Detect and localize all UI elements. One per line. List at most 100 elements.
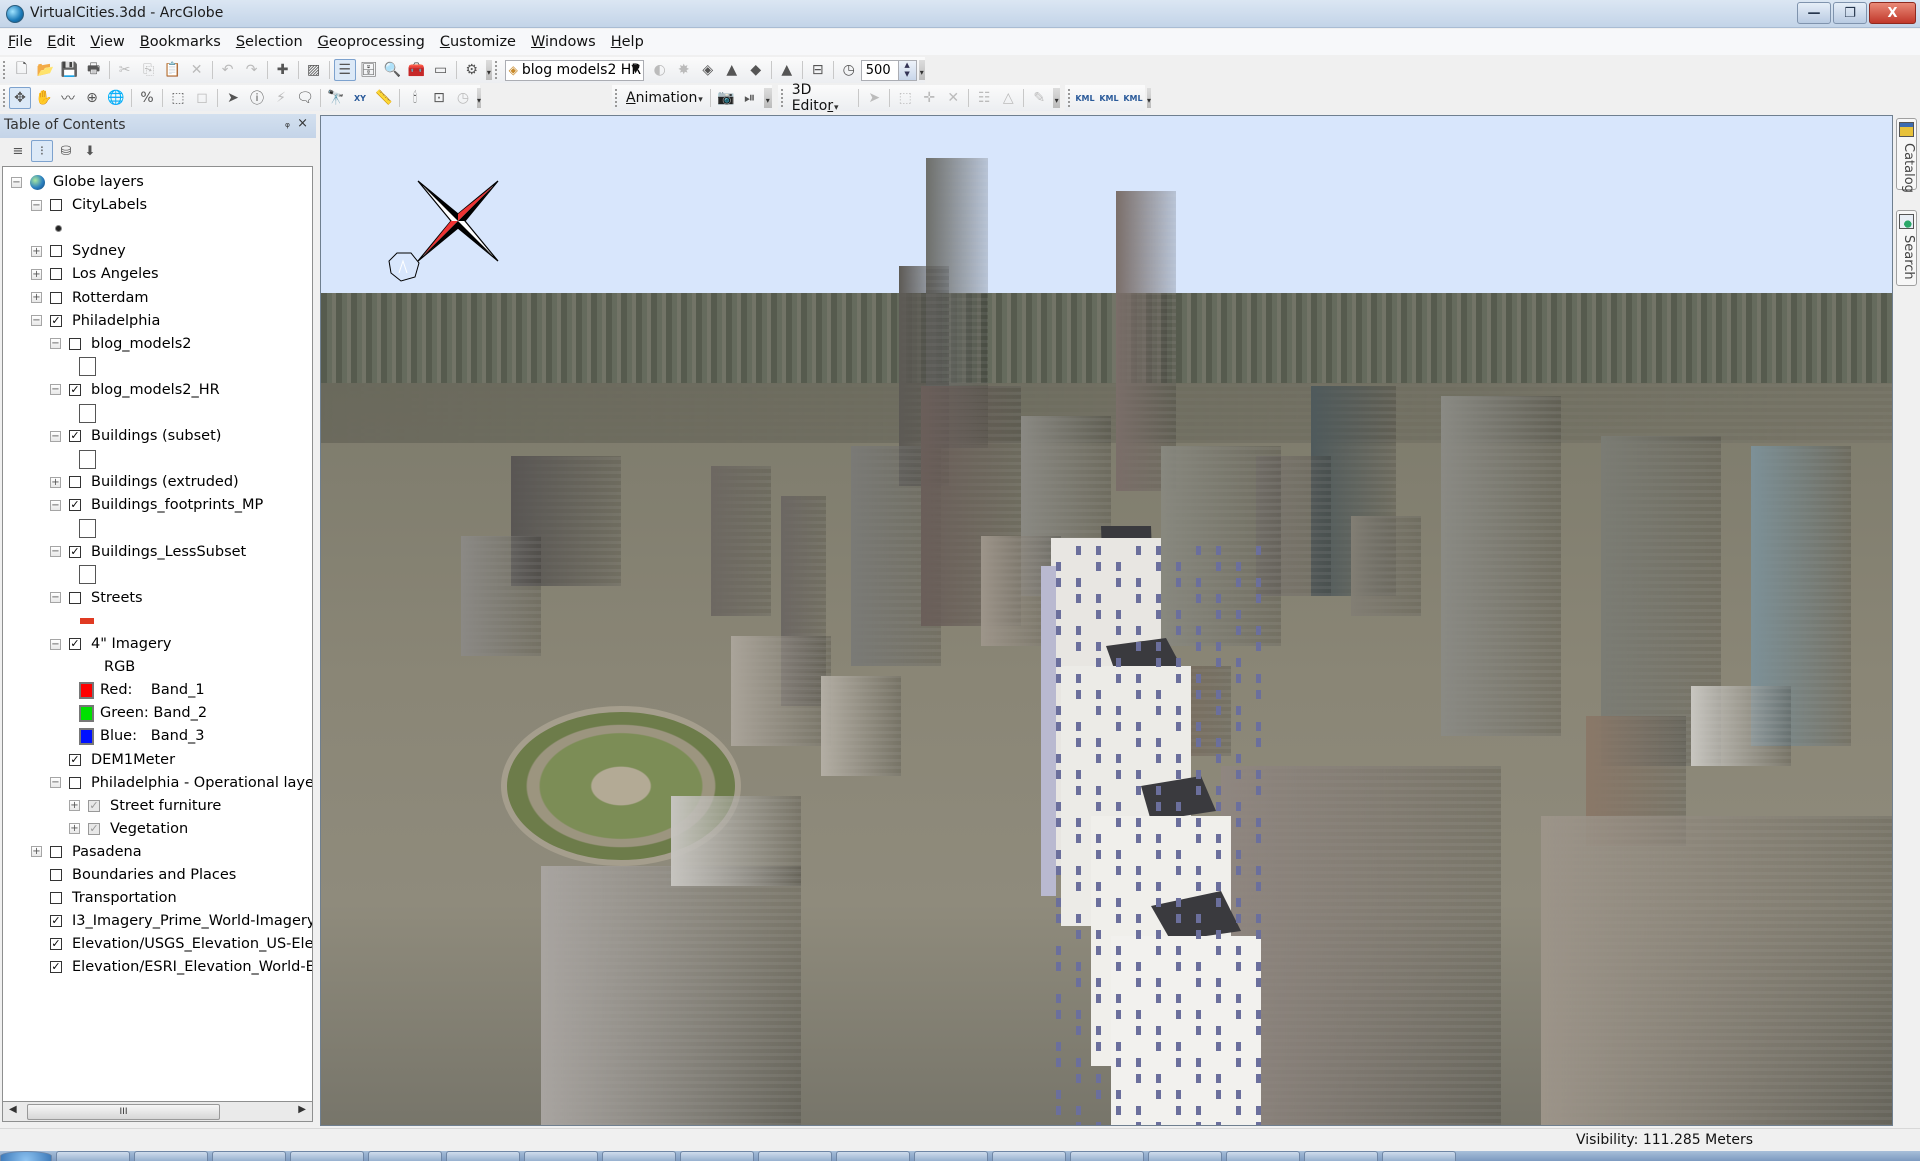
copy-button[interactable]: ⎘ (138, 59, 160, 81)
close-button[interactable]: X (1869, 2, 1916, 24)
layer-visibility-checkbox[interactable] (69, 591, 81, 604)
capture-view-button[interactable]: 📷 (715, 87, 737, 109)
layer-visibility-checkbox[interactable] (50, 245, 62, 258)
pan-button[interactable]: ✋ (33, 87, 55, 109)
horizontal-scrollbar[interactable]: ◀ III ▶ (2, 1102, 313, 1122)
toolbar-grip[interactable] (495, 61, 499, 79)
collapse-icon[interactable]: − (50, 384, 61, 396)
layer-visibility-checkbox[interactable]: ✓ (50, 314, 62, 327)
3d-editor-menu-button[interactable]: 3D Editor ▾ (788, 82, 856, 114)
taskbar-item[interactable] (1070, 1151, 1144, 1161)
arctoolbox-button[interactable]: 🧰 (406, 59, 428, 81)
layer-row[interactable]: − ✓ Buildings (subset) (50, 425, 221, 447)
layer-row[interactable]: ✓ Elevation/ESRI_Elevation_World-Elevatio… (31, 956, 312, 978)
expand-icon[interactable]: + (31, 846, 42, 858)
layer-visibility-checkbox[interactable] (50, 845, 62, 858)
center-target-button[interactable]: ⊕ (81, 87, 103, 109)
layer-row[interactable]: − Philadelphia - Operational layers (50, 772, 312, 794)
menu-help[interactable]: Help (611, 34, 644, 50)
layer-window-button[interactable]: ⊡ (428, 87, 450, 109)
expand-icon[interactable]: + (31, 292, 42, 303)
taskbar-item[interactable] (1304, 1151, 1378, 1161)
taskbar-item[interactable] (992, 1151, 1066, 1161)
animation-menu-button[interactable]: Animation ▾ (622, 90, 707, 106)
taskbar-item[interactable] (836, 1151, 910, 1161)
toolbar-overflow-button[interactable]: ▾ (1053, 88, 1060, 108)
observer-button[interactable]: 🕯 (404, 87, 426, 109)
layer-visibility-checkbox[interactable]: ✓ (69, 499, 81, 512)
expand-icon[interactable]: + (69, 823, 80, 835)
taskbar-item[interactable] (368, 1151, 442, 1161)
print-button[interactable]: 🖶 (83, 59, 105, 81)
layer-row[interactable]: − ✓ 4" Imagery (50, 633, 171, 655)
collapse-icon[interactable]: − (50, 638, 61, 650)
paste-button[interactable]: 📋 (162, 59, 184, 81)
collapse-icon[interactable]: − (50, 338, 61, 350)
select-features-button[interactable]: ⬚ (167, 87, 189, 109)
collapse-icon[interactable]: − (50, 592, 61, 604)
catalog-button[interactable]: 🗄 (358, 59, 380, 81)
menu-windows[interactable]: Windows (531, 34, 596, 50)
layer-visibility-checkbox[interactable]: ✓ (50, 961, 62, 974)
minimize-button[interactable]: — (1797, 2, 1831, 24)
layer-properties-button[interactable]: ◈ (697, 59, 719, 81)
contrast-button[interactable]: ◐ (649, 59, 671, 81)
edit-tool-button[interactable]: ➤ (863, 87, 885, 109)
measure-button[interactable]: 📏 (373, 87, 395, 109)
taskbar-item[interactable] (1148, 1151, 1222, 1161)
edit-vertices-button[interactable]: ⬚ (894, 87, 916, 109)
layer-row[interactable]: + Pasadena (31, 841, 142, 863)
modelbuilder-button[interactable]: ⚙ (461, 59, 483, 81)
sketch-properties-button[interactable]: △ (997, 87, 1019, 109)
add-data-button[interactable]: ✚ (272, 59, 294, 81)
collapse-icon[interactable]: − (11, 176, 22, 188)
refresh-rate-button[interactable]: ◷ (838, 59, 860, 81)
new-document-button[interactable]: 🗋 (11, 59, 33, 81)
taskbar-item[interactable] (212, 1151, 286, 1161)
kml-add-url-button[interactable]: KML (1098, 87, 1120, 109)
go-to-xy-button[interactable]: XY (349, 87, 371, 109)
kml-add-button[interactable]: KML (1074, 87, 1096, 109)
cut-button[interactable]: ✂ (114, 59, 136, 81)
taskbar-item[interactable] (680, 1151, 754, 1161)
taskbar-item[interactable] (758, 1151, 832, 1161)
identify-button[interactable]: ⓘ (246, 87, 268, 109)
list-by-selection-button[interactable]: ⬇ (79, 140, 101, 162)
layer-row[interactable]: − ✓ Philadelphia (31, 310, 160, 332)
toolbar-grip[interactable] (3, 89, 5, 107)
full-extent-button[interactable]: 🌐 (105, 87, 127, 109)
navigate-button[interactable]: ✥ (9, 87, 31, 109)
layer-row[interactable]: + Los Angeles (31, 263, 159, 285)
animation-controls-button[interactable]: ⏯ (739, 87, 761, 109)
list-by-drawing-order-button[interactable]: ≡ (7, 140, 29, 162)
toolbar-grip[interactable] (781, 89, 785, 107)
pin-icon[interactable]: ᵩ (285, 116, 290, 130)
edit-properties-button[interactable]: ✎ (1028, 87, 1050, 109)
layer-visibility-checkbox[interactable] (69, 476, 81, 489)
catalog-tab[interactable]: Catalog (1896, 118, 1917, 193)
scroll-left-icon[interactable]: ◀ (9, 1104, 17, 1115)
layer-visibility-checkbox[interactable]: ✓ (69, 430, 81, 443)
layer-visibility-checkbox[interactable]: ✓ (69, 545, 81, 558)
taskbar-item[interactable] (524, 1151, 598, 1161)
scene-properties-button[interactable]: ⊟ (807, 59, 829, 81)
arcglobe-app-icon[interactable] (6, 5, 24, 23)
search-button[interactable]: 🔍 (382, 59, 404, 81)
taskbar-item[interactable] (1382, 1151, 1456, 1161)
list-by-source-button[interactable]: ⁝ (31, 140, 53, 162)
layer-visibility-checkbox[interactable]: ✓ (50, 915, 62, 928)
redo-button[interactable]: ↷ (241, 59, 263, 81)
collapse-icon[interactable]: − (50, 777, 61, 789)
undo-button[interactable]: ↶ (217, 59, 239, 81)
layer-visibility-checkbox[interactable] (50, 199, 62, 212)
toolbar-overflow-button[interactable]: ▾ (918, 60, 925, 80)
menu-bookmarks[interactable]: Bookmarks (140, 34, 221, 50)
expand-icon[interactable]: + (31, 245, 42, 257)
toolbar-grip[interactable] (615, 89, 619, 107)
expand-icon[interactable]: + (69, 800, 80, 812)
layer-visibility-checkbox[interactable]: ✓ (69, 638, 81, 650)
toolbar-overflow-button[interactable]: ▾ (1147, 88, 1152, 108)
taskbar-item[interactable] (914, 1151, 988, 1161)
scrollbar-thumb[interactable]: III (27, 1104, 220, 1120)
north-arrow-icon[interactable] (387, 251, 421, 283)
